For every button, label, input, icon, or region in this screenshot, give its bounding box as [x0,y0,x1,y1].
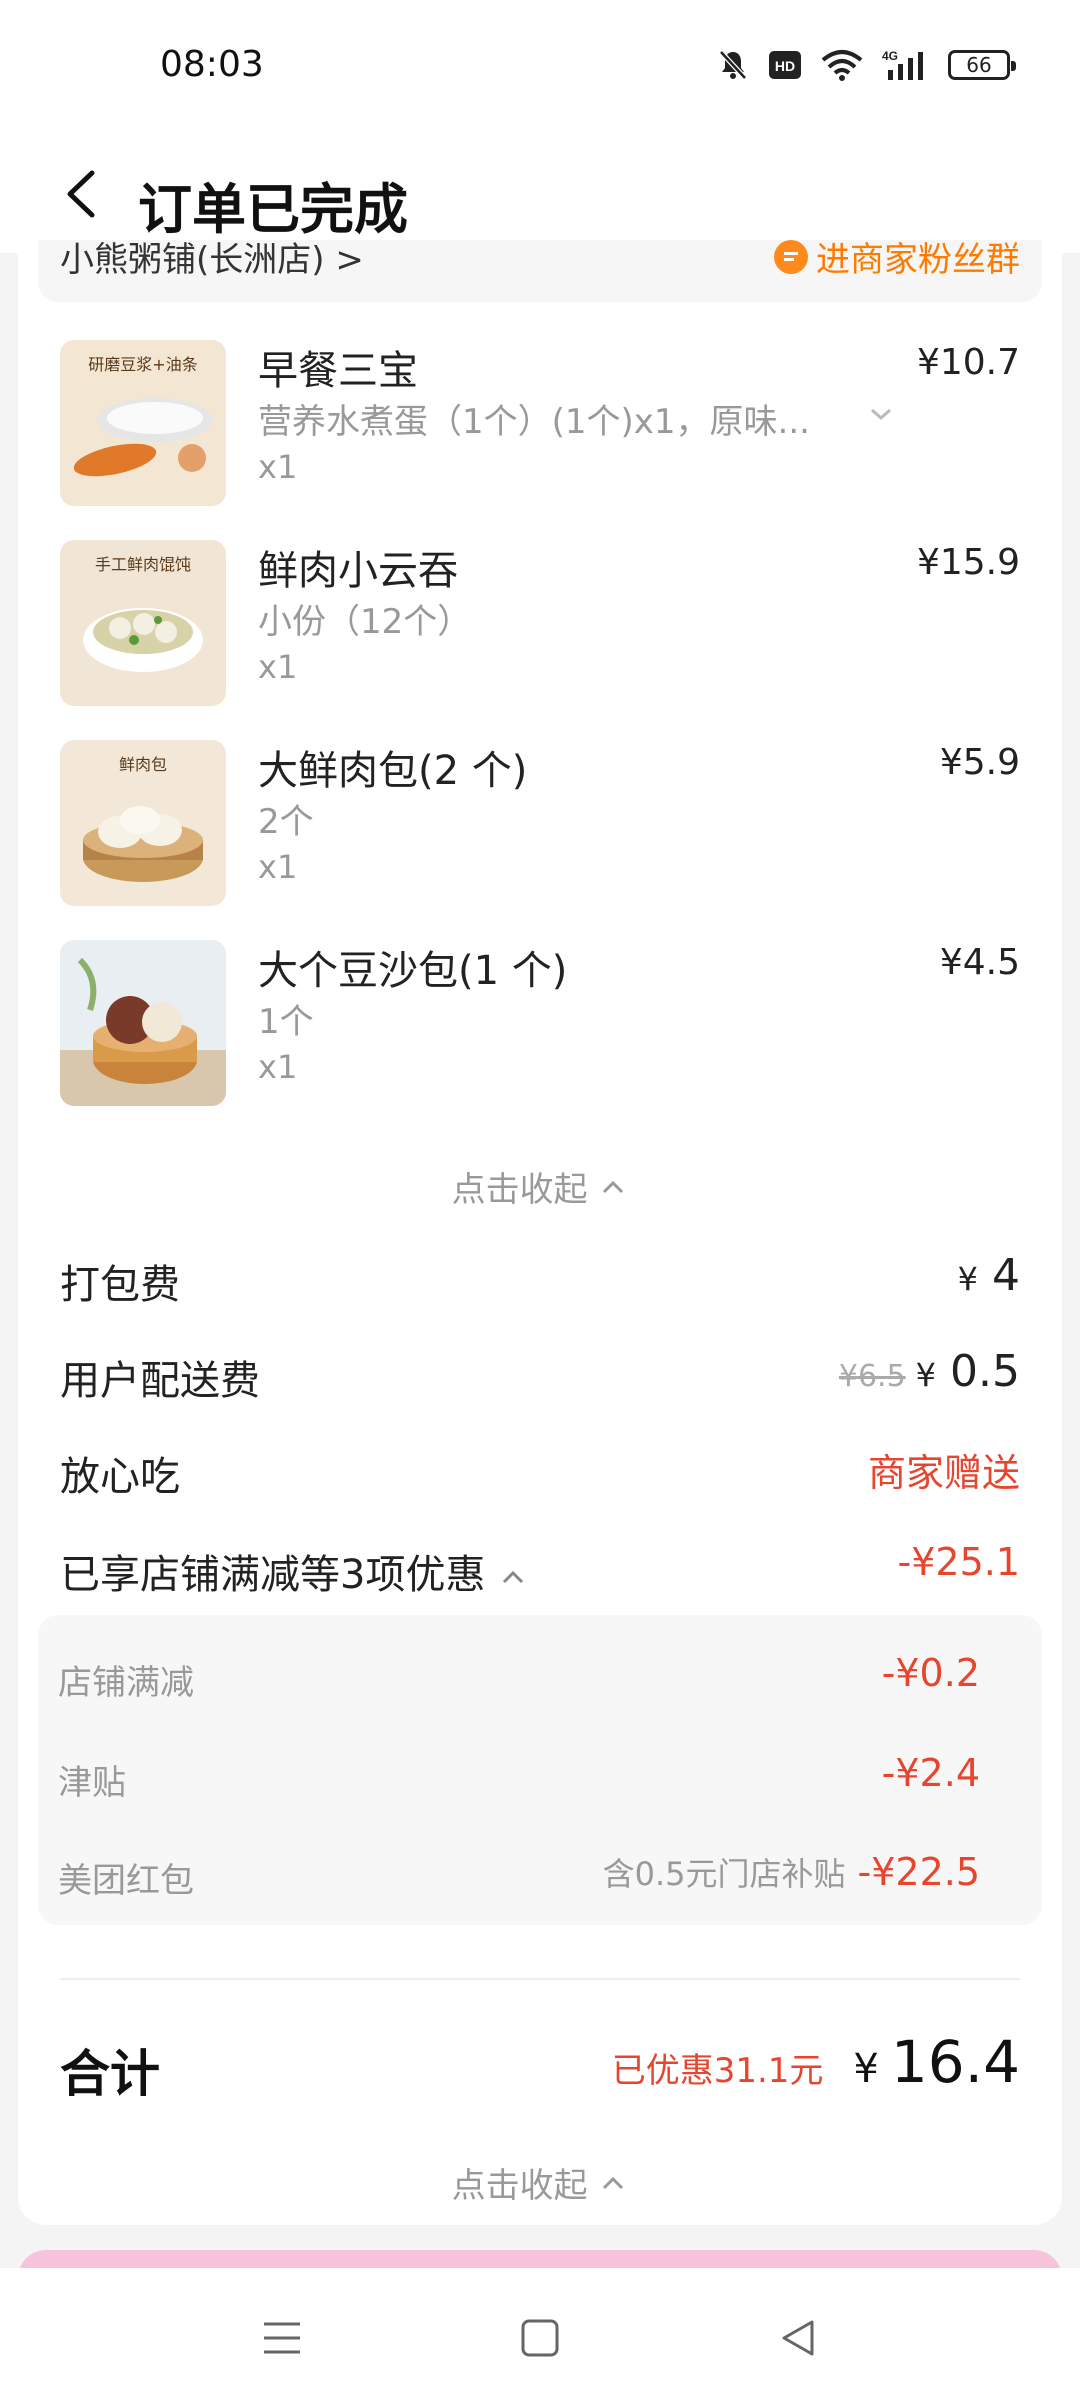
order-card: 小熊粥铺(长洲店) > 进商家粉丝群 研磨豆浆+油条 早餐三宝 营养水煮蛋（1个… [18,240,1062,2225]
fans-group-link[interactable]: 进商家粉丝群 [774,240,1020,281]
total-saved: 已优惠31.1元 [611,2051,824,2091]
delivery-fee-row: 用户配送费 ¥6.5 ¥ 0.5 [60,1346,1020,1408]
order-item[interactable]: 研磨豆浆+油条 早餐三宝 营养水煮蛋（1个）(1个)x1，原味... x1 ¥1… [60,340,1020,510]
item-spec: 小份（12个） [258,602,472,642]
divider [60,1978,1020,1980]
item-thumbnail: 手工鲜肉馄饨 [60,540,226,706]
back-triangle-icon[interactable] [778,2318,818,2358]
page-title: 订单已完成 [138,178,408,241]
thumb-label: 手工鲜肉馄饨 [95,555,191,574]
nav-bar: 订单已完成 [0,135,1080,253]
safe-eat-row: 放心吃 商家赠送 [60,1444,1020,1504]
item-name: 大个豆沙包(1 个) [258,948,568,994]
discount-row: 津贴 -¥2.4 [58,1751,1022,1805]
item-name: 鲜肉小云吞 [258,548,458,594]
wifi-icon [821,50,863,81]
total-amount: 16.4 [890,2028,1020,2096]
discount-label: 美团红包 [58,1861,194,1901]
total-row: 合计 已优惠31.1元 ¥ 16.4 [60,2028,1020,2108]
shop-name: 小熊粥铺(长洲店) [60,240,325,280]
delivery-fee-original: ¥6.5 [838,1359,906,1394]
packing-fee-value: ¥ 4 [957,1250,1020,1301]
packing-fee-label: 打包费 [60,1262,180,1308]
home-icon[interactable] [520,2318,560,2358]
chevron-up-icon [603,1180,624,1193]
discount-label: 津贴 [58,1763,126,1803]
order-item[interactable]: 鲜肉包 大鲜肉包(2 个) 2个 x1 ¥5.9 [60,740,1020,910]
chat-icon [774,240,808,274]
collapse-detail-button[interactable]: 点击收起 [18,2158,1062,2207]
mute-bell-icon [719,50,747,80]
total-value: 已优惠31.1元 ¥ 16.4 [612,2028,1020,2096]
order-item[interactable]: 大个豆沙包(1 个) 1个 x1 ¥4.5 [60,940,1020,1110]
battery-icon: 66 [948,50,1016,80]
safe-eat-value: 商家赠送 [867,1451,1020,1495]
svg-text:HD: HD [775,58,795,74]
total-currency: ¥ [853,2046,879,2092]
item-name: 早餐三宝 [258,348,418,394]
system-nav-bar [0,2268,1080,2400]
hd-icon: HD [769,51,801,79]
discount-value: -¥2.4 [881,1751,980,1795]
discount-summary-label: 已享店铺满减等3项优惠 [60,1542,528,1600]
item-spec: 1个 [258,1002,314,1042]
chevron-up-icon [603,2176,624,2189]
discount-summary-row[interactable]: 已享店铺满减等3项优惠 -¥25.1 [60,1540,1021,1602]
item-price: ¥10.7 [916,342,1020,383]
shop-name-link[interactable]: 小熊粥铺(长洲店) > [60,240,364,281]
svg-text:4G: 4G [882,49,898,63]
item-thumbnail: 研磨豆浆+油条 [60,340,226,506]
status-icons: HD 4G 66 [716,48,1016,82]
collapse-items-button[interactable]: 点击收起 [18,1162,1062,1211]
discount-summary-value: -¥25.1 [897,1540,1021,1584]
cellular-4g-icon: 4G [882,49,923,80]
discount-row: 店铺满减 -¥0.2 [58,1651,1022,1705]
item-qty: x1 [258,1048,298,1086]
item-price: ¥15.9 [916,542,1020,583]
total-label: 合计 [60,2045,160,2103]
shop-row: 小熊粥铺(长洲店) > 进商家粉丝群 [38,240,1042,302]
item-spec: 2个 [258,802,314,842]
battery-level: 66 [966,53,992,77]
chevron-right-icon: > [335,240,364,280]
safe-eat-label: 放心吃 [60,1454,180,1500]
discount-details: 店铺满减 -¥0.2 津贴 -¥2.4 美团红包 含0.5元门店补贴 -¥22.5 [38,1615,1042,1925]
status-time: 08:03 [160,44,264,85]
back-arrow-icon[interactable] [58,169,108,219]
item-price: ¥4.5 [939,942,1020,983]
collapse-label: 点击收起 [451,2166,588,2206]
order-item[interactable]: 手工鲜肉馄饨 鲜肉小云吞 小份（12个） x1 ¥15.9 [60,540,1020,710]
thumb-label: 鲜肉包 [119,755,167,774]
delivery-fee-value: ¥6.5 ¥ 0.5 [838,1346,1020,1397]
item-thumbnail: 鲜肉包 [60,740,226,906]
chevron-down-icon[interactable] [866,404,896,424]
chevron-up-icon [503,1570,524,1584]
discount-value: 含0.5元门店补贴 -¥22.5 [602,1850,980,1894]
packing-fee-row: 打包费 ¥ 4 [60,1250,1020,1312]
collapse-label: 点击收起 [451,1170,588,1210]
item-name: 大鲜肉包(2 个) [258,748,528,794]
delivery-fee-label: 用户配送费 [60,1358,260,1404]
thumb-label: 研磨豆浆+油条 [88,355,197,374]
item-qty: x1 [258,648,298,686]
item-qty: x1 [258,848,298,886]
menu-icon[interactable] [262,2318,302,2358]
fans-group-label: 进商家粉丝群 [816,240,1020,280]
item-price: ¥5.9 [939,742,1020,783]
discount-note: 含0.5元门店补贴 [602,1855,846,1893]
item-qty: x1 [258,448,298,486]
discount-row: 美团红包 含0.5元门店补贴 -¥22.5 [58,1850,1022,1903]
discount-label: 店铺满减 [58,1663,194,1703]
discount-value: -¥0.2 [881,1651,980,1695]
item-thumbnail [60,940,226,1106]
item-spec: 营养水煮蛋（1个）(1个)x1，原味... [258,402,810,442]
status-bar: 08:03 HD 4G 66 [0,0,1080,135]
